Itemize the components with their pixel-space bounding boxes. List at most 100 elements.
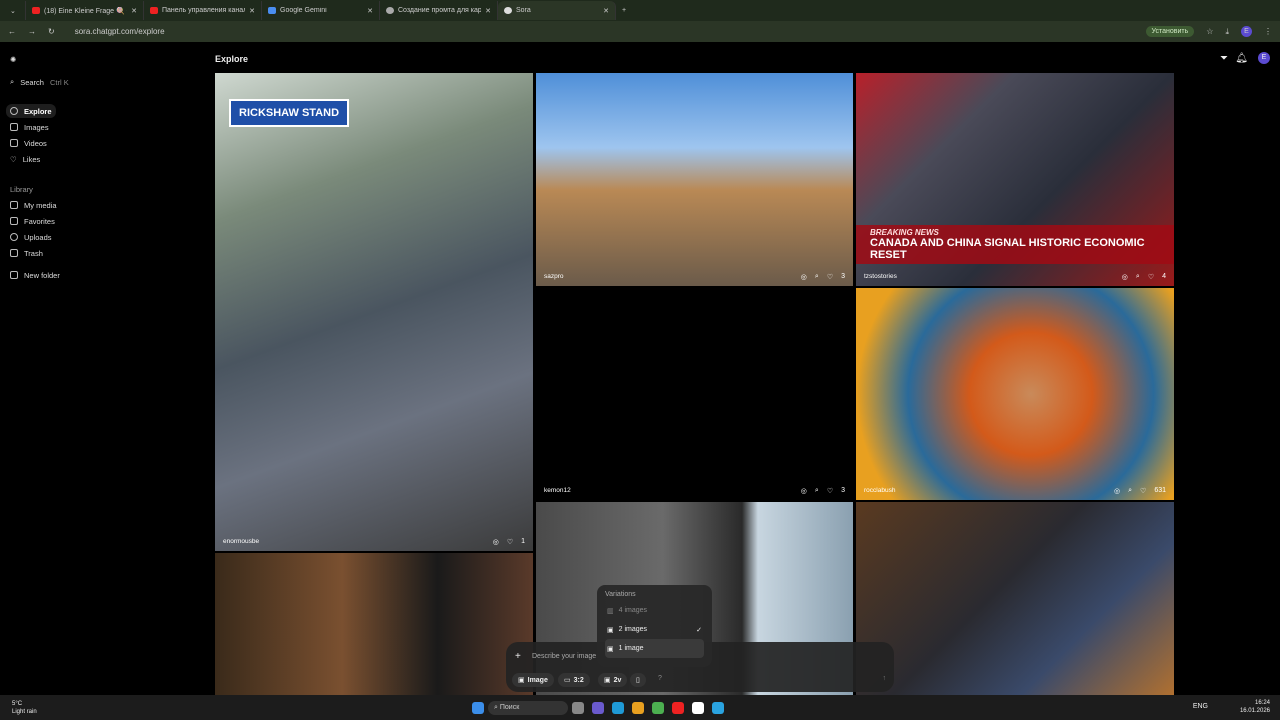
bell-icon[interactable]: 🔔︎ (1235, 53, 1248, 64)
new-folder-button[interactable]: New folder (6, 268, 64, 282)
media-card[interactable]: kemon12 ◎ ⌕ ♡ 3 (536, 288, 853, 500)
filter-icon[interactable]: ⏷ (1220, 53, 1228, 64)
card-username[interactable]: kemon12 (544, 487, 571, 494)
browser-tab[interactable]: Google Gemini ✕ (262, 1, 380, 20)
remix-icon[interactable]: ◎ (801, 487, 807, 495)
close-icon[interactable]: ✕ (485, 7, 491, 15)
type-selector[interactable]: ▣ Image (512, 673, 554, 687)
install-button[interactable]: Установить (1145, 26, 1195, 37)
heart-icon[interactable]: ♡ (1140, 487, 1146, 495)
help-button[interactable]: ? (658, 675, 662, 682)
news-banner: BREAKING NEWS CANADA AND CHINA SIGNAL HIS… (856, 225, 1174, 264)
chrome-icon[interactable] (652, 702, 664, 714)
heart-icon[interactable]: ♡ (827, 273, 833, 281)
submit-arrow-icon[interactable]: ↑ (883, 675, 887, 682)
heart-icon[interactable]: ♡ (827, 487, 833, 495)
heart-icon[interactable]: ♡ (1148, 273, 1154, 281)
card-username[interactable]: enormousbe (223, 538, 259, 545)
like-count: 3 (841, 487, 845, 494)
back-icon[interactable]: ← (8, 27, 16, 36)
media-card[interactable]: RICKSHAW STAND enormousbe ◎ ♡ 1 (215, 73, 533, 551)
windows-start-icon[interactable] (472, 702, 484, 714)
weather-widget[interactable]: 5°C Light rain (12, 700, 37, 716)
card-username[interactable]: rocclabush (864, 487, 895, 494)
search-icon[interactable]: ⌕ (815, 487, 819, 495)
browser-tab[interactable]: Создание промта для картин✕ (380, 1, 498, 20)
variations-selector[interactable]: ▣ 2v (598, 673, 628, 687)
forward-icon[interactable]: → (28, 27, 36, 36)
search-icon[interactable]: ⌕ (1128, 487, 1132, 495)
app-icon[interactable] (692, 702, 704, 714)
upload-icon (10, 233, 18, 241)
task-view-icon[interactable] (572, 702, 584, 714)
sidebar-item-likes[interactable]: ♡ Likes (6, 152, 44, 166)
chatgpt-icon (386, 7, 394, 14)
teams-icon[interactable] (592, 702, 604, 714)
sidebar-item-explore[interactable]: Explore (6, 104, 56, 118)
language-indicator[interactable]: ENG (1193, 703, 1208, 710)
clock[interactable]: 16:24 16.01.2026 (1240, 699, 1270, 715)
media-card[interactable] (856, 502, 1174, 695)
compass-icon (10, 107, 18, 115)
download-icon[interactable]: ⤓ (1225, 27, 1229, 37)
new-tab-button[interactable]: + (616, 1, 636, 20)
telegram-icon[interactable] (712, 702, 724, 714)
search-icon[interactable]: ⌕ (1136, 273, 1140, 281)
sidebar-item-uploads[interactable]: Uploads (6, 230, 56, 244)
media-card[interactable]: sazpro ◎ ⌕ ♡ 3 (536, 73, 853, 286)
search-icon[interactable]: ⌕ (815, 273, 819, 281)
explorer-icon[interactable] (632, 702, 644, 714)
browser-tab[interactable]: Панель управления каналом✕ (144, 1, 262, 20)
url-field[interactable]: sora.chatgpt.com/explore (67, 24, 1134, 39)
folder-plus-icon (10, 271, 18, 279)
sidebar-item-videos[interactable]: Videos (6, 136, 51, 150)
grid-icon: ▥ (607, 607, 614, 615)
card-username[interactable]: tzstostories (864, 273, 897, 280)
menu-item-1-image[interactable]: ▣ 1 image (605, 639, 704, 658)
remix-icon[interactable]: ◎ (1122, 273, 1128, 281)
prompt-input[interactable]: Describe your image (532, 653, 596, 660)
browser-tab[interactable]: (18) Eine Kleine Frage 🍭 - You✕ (26, 1, 144, 20)
menu-item-2-images[interactable]: ▣ 2 images ✓ (605, 620, 704, 639)
page-title: Explore (215, 54, 249, 64)
media-card[interactable] (215, 553, 533, 695)
reload-icon[interactable]: ↻ (48, 27, 55, 36)
sidebar-item-trash[interactable]: Trash (6, 246, 47, 260)
sora-logo[interactable]: ✺ (6, 52, 20, 66)
add-icon[interactable]: + (515, 651, 521, 662)
media-card[interactable]: BREAKING NEWS CANADA AND CHINA SIGNAL HIS… (856, 73, 1174, 286)
heart-icon: ♡ (10, 154, 17, 164)
close-icon[interactable]: ✕ (131, 7, 137, 15)
remix-icon[interactable]: ◎ (801, 273, 807, 281)
variations-icon: ▣ (604, 677, 611, 684)
sidebar-item-favorites[interactable]: Favorites (6, 214, 59, 228)
star-icon[interactable]: ☆ (1206, 27, 1213, 36)
ratio-icon: ▭ (564, 677, 571, 684)
heart-icon[interactable]: ♡ (507, 538, 513, 546)
menu-icon[interactable]: ⋮ (1264, 27, 1272, 36)
close-icon[interactable]: ✕ (249, 7, 255, 15)
sidebar-item-images[interactable]: Images (6, 120, 53, 134)
card-username[interactable]: sazpro (544, 273, 564, 280)
menu-item-4-images[interactable]: ▥ 4 images (605, 601, 704, 620)
media-card[interactable]: rocclabush ◎ ⌕ ♡ 631 (856, 288, 1174, 500)
remix-icon[interactable]: ◎ (1114, 487, 1120, 495)
search-button[interactable]: ⌕ Search Ctrl K (6, 75, 73, 89)
sidebar: ✺ ⌕ Search Ctrl K Explore Images Videos ♡ L… (0, 43, 200, 695)
remix-icon[interactable]: ◎ (493, 538, 499, 546)
profile-avatar[interactable]: E (1241, 26, 1252, 37)
browser-tab-active[interactable]: Sora ✕ (498, 1, 616, 20)
close-icon[interactable]: ✕ (367, 7, 373, 15)
edge-icon[interactable] (612, 702, 624, 714)
tab-list-button[interactable]: ⌄ (4, 1, 26, 20)
app-icon[interactable] (672, 702, 684, 714)
close-icon[interactable]: ✕ (603, 7, 609, 15)
taskbar-search[interactable]: ⌕ Поиск (488, 701, 568, 715)
youtube-icon (150, 7, 158, 14)
aspect-ratio-selector[interactable]: ▭ 3:2 (558, 673, 590, 687)
like-count: 3 (841, 273, 845, 280)
youtube-icon (32, 7, 40, 14)
sidebar-item-my-media[interactable]: My media (6, 198, 61, 212)
preset-button[interactable]: ▯ (630, 673, 646, 687)
profile-avatar[interactable]: E (1258, 52, 1270, 64)
